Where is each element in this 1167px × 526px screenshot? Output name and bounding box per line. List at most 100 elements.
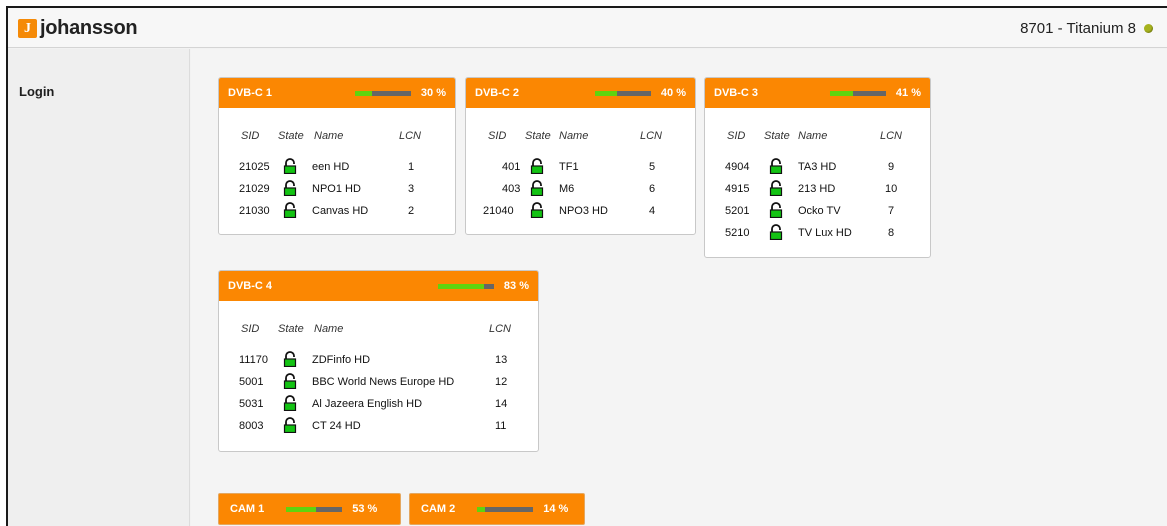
logo-mark-icon: J [18, 18, 37, 38]
tuner-header: DVB-C 4 83 % [219, 271, 538, 301]
logo-letter: J [24, 20, 31, 36]
service-lcn: 2 [408, 205, 415, 217]
service-sid: 4904 [725, 161, 750, 173]
service-row: 401 TF1 5 [466, 157, 695, 179]
tuner-header: DVB-C 3 41 % [705, 78, 930, 108]
service-lcn: 10 [885, 183, 898, 195]
service-sid: 5201 [725, 205, 750, 217]
service-name: TA3 HD [798, 161, 837, 173]
col-header-name: Name [314, 323, 344, 335]
service-name: een HD [312, 161, 350, 173]
service-row: 21040 NPO3 HD 4 [466, 201, 695, 223]
load-bar [477, 506, 534, 512]
load-percent: 40 % [660, 87, 686, 99]
tuner-card-dvbc-2[interactable]: DVB-C 2 40 % SID State Name LCN 401 TF1 … [465, 77, 696, 235]
service-sid: 403 [502, 183, 521, 195]
service-lcn: 6 [649, 183, 656, 195]
load-bar-fill [594, 90, 618, 96]
service-name: NPO1 HD [312, 183, 361, 195]
tuner-title: DVB-C 1 [228, 87, 273, 99]
service-name: Canvas HD [312, 205, 369, 217]
service-row: 5210 TV Lux HD 8 [705, 223, 930, 245]
unlocked-padlock-icon [530, 158, 544, 174]
load-bar [286, 506, 343, 512]
service-sid: 5001 [239, 376, 264, 388]
service-sid: 21030 [239, 205, 270, 217]
cam-module-1[interactable]: CAM 1 53 % [218, 493, 401, 525]
tuner-title: DVB-C 3 [714, 87, 759, 99]
service-row: 5001 BBC World News Europe HD 12 [219, 372, 538, 394]
cam-module-2[interactable]: CAM 2 14 % [409, 493, 585, 525]
service-row: 4915 213 HD 10 [705, 179, 930, 201]
service-lcn: 9 [888, 161, 895, 173]
tuner-header: DVB-C 2 40 % [466, 78, 695, 108]
unlocked-padlock-icon [283, 351, 297, 367]
service-sid: 5210 [725, 227, 750, 239]
service-sid: 21025 [239, 161, 270, 173]
unlocked-padlock-icon [283, 395, 297, 411]
load-bar [594, 90, 651, 96]
service-name: 213 HD [798, 183, 836, 195]
service-name: TV Lux HD [798, 227, 852, 239]
load-bar-fill [477, 506, 486, 512]
unlocked-padlock-icon [283, 373, 297, 389]
service-name: Ocko TV [798, 205, 841, 217]
service-row: 21029 NPO1 HD 3 [219, 179, 455, 201]
service-sid: 4915 [725, 183, 750, 195]
tuner-card-dvbc-4[interactable]: DVB-C 4 83 % SID State Name LCN 11170 ZD… [218, 270, 539, 452]
service-sid: 21029 [239, 183, 270, 195]
service-row: 4904 TA3 HD 9 [705, 157, 930, 179]
tuner-header: DVB-C 1 30 % [219, 78, 455, 108]
load-percent: 30 % [420, 87, 446, 99]
load-percent: 14 % [543, 503, 569, 515]
load-bar [354, 90, 411, 96]
johansson-logo: J johansson [18, 17, 138, 39]
service-name: BBC World News Europe HD [312, 376, 455, 388]
service-row: 8003 CT 24 HD 11 [219, 416, 538, 438]
tuner-card-dvbc-1[interactable]: DVB-C 1 30 % SID State Name LCN 21025 ee… [218, 77, 456, 235]
unlocked-padlock-icon [283, 180, 297, 196]
top-bar: J johansson 8701 - Titanium 8 [8, 8, 1167, 48]
unlocked-padlock-icon [283, 158, 297, 174]
load-percent: 83 % [503, 280, 529, 292]
load-bar [829, 90, 886, 96]
service-sid: 401 [502, 161, 521, 173]
service-lcn: 8 [888, 227, 895, 239]
device-name: 8701 - Titanium 8 [1020, 20, 1136, 37]
service-sid: 8003 [239, 420, 264, 432]
app-window: J johansson 8701 - Titanium 8 Login DVB-… [6, 6, 1167, 526]
col-header-name: Name [314, 130, 344, 142]
unlocked-padlock-icon [769, 224, 783, 240]
col-header-lcn: LCN [640, 130, 663, 142]
service-lcn: 7 [888, 205, 895, 217]
col-header-lcn: LCN [880, 130, 903, 142]
main-content: DVB-C 1 30 % SID State Name LCN 21025 ee… [191, 49, 1167, 526]
col-header-name: Name [798, 130, 828, 142]
col-header-state: State [525, 130, 551, 142]
service-lcn: 11 [495, 420, 507, 432]
tuner-title: DVB-C 2 [475, 87, 520, 99]
load-percent: 41 % [895, 87, 921, 99]
service-lcn: 5 [649, 161, 656, 173]
service-sid: 11170 [239, 354, 268, 366]
service-lcn: 14 [495, 398, 508, 410]
load-bar-fill [286, 506, 316, 512]
tuner-card-dvbc-3[interactable]: DVB-C 3 41 % SID State Name LCN 4904 TA3… [704, 77, 931, 258]
service-lcn: 4 [649, 205, 656, 217]
login-link[interactable]: Login [19, 84, 54, 99]
load-bar-fill [354, 90, 372, 96]
device-info: 8701 - Titanium 8 [1020, 20, 1153, 37]
service-row: 21025 een HD 1 [219, 157, 455, 179]
service-name: NPO3 HD [559, 205, 608, 217]
service-row: 21030 Canvas HD 2 [219, 201, 455, 223]
tuner-title: DVB-C 4 [228, 280, 273, 292]
service-row: 5201 Ocko TV 7 [705, 201, 930, 223]
logo-text: johansson [40, 17, 138, 39]
service-lcn: 12 [495, 376, 508, 388]
load-bar-fill [829, 90, 853, 96]
col-header-sid: SID [727, 130, 746, 142]
col-header-sid: SID [488, 130, 507, 142]
unlocked-padlock-icon [769, 202, 783, 218]
col-header-sid: SID [241, 130, 260, 142]
unlocked-padlock-icon [283, 417, 297, 433]
